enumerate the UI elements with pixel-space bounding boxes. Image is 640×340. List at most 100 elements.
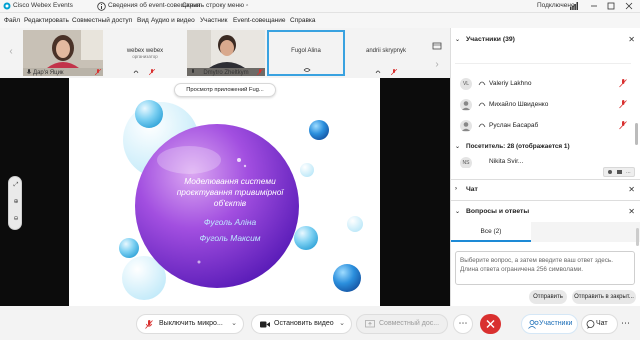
- maximize-icon[interactable]: [606, 1, 616, 11]
- panel-options-button[interactable]: ⋯: [603, 167, 635, 177]
- app-view-tooltip[interactable]: Просмотр приложений Fug...: [174, 83, 276, 97]
- info-icon[interactable]: [97, 2, 106, 11]
- slide-author: Фуголь Аліна: [203, 217, 257, 227]
- close-icon[interactable]: ✕: [628, 185, 635, 194]
- chevron-down-icon[interactable]: ⌄: [339, 315, 345, 333]
- mic-icon: [26, 69, 32, 75]
- headset-icon: [478, 79, 486, 88]
- zoom-fit-icon[interactable]: ⤢: [12, 181, 20, 189]
- slide-title-line: об'єктів: [213, 198, 247, 208]
- muted-mic-icon: [145, 320, 153, 329]
- headset-icon: [133, 69, 139, 75]
- participants-header-title: Участники (39): [466, 36, 515, 43]
- participant-video: [23, 30, 103, 68]
- chevron-up-icon[interactable]: ⌃: [245, 4, 249, 10]
- close-icon: [486, 320, 495, 328]
- participants-toggle-button[interactable]: Участники: [521, 314, 578, 334]
- tile-name: Fugol Alina: [291, 48, 321, 54]
- muted-mic-icon[interactable]: [619, 100, 627, 109]
- chevron-down-icon: ⌄: [455, 144, 461, 150]
- muted-mic-icon: [149, 69, 155, 75]
- send-button[interactable]: Отправить: [529, 290, 567, 304]
- menu-share[interactable]: Совместный доступ: [72, 17, 132, 24]
- chat-toggle-label: Чат: [596, 320, 608, 327]
- close-window-icon[interactable]: [624, 1, 634, 11]
- participant-row[interactable]: VL Valeriy Lakhno: [451, 74, 631, 94]
- close-icon[interactable]: ✕: [628, 35, 635, 44]
- participants-scrollbar[interactable]: [635, 123, 638, 145]
- chevron-down-icon: ⌄: [455, 209, 461, 215]
- strip-layout-button[interactable]: [430, 36, 444, 56]
- muted-mic-icon[interactable]: [619, 121, 627, 130]
- qa-scrollbar[interactable]: [636, 228, 639, 246]
- connection-status: Подключено: [537, 2, 575, 9]
- strip-prev-button[interactable]: ‹: [4, 41, 18, 61]
- video-tile[interactable]: Dmytro Zheltkym: [187, 30, 265, 76]
- participant-name: Valeriy Lakhno: [489, 80, 532, 87]
- chat-toggle-button[interactable]: Чат: [581, 314, 618, 334]
- participant-name: Михайло Швиденко: [489, 101, 549, 108]
- zoom-out-icon[interactable]: ⊖: [12, 215, 20, 223]
- chat-bubble-icon: [586, 320, 595, 329]
- avatar: VL: [460, 78, 472, 90]
- stop-video-button[interactable]: Остановить видео ⌄: [251, 314, 352, 334]
- chevron-down-icon[interactable]: ⌄: [231, 315, 237, 333]
- shared-slide: Моделювання системи проєктування тривимі…: [69, 78, 380, 306]
- leave-meeting-button[interactable]: [480, 314, 501, 334]
- mute-button-label: Выключить микро...: [159, 320, 223, 327]
- title-bar: Cisco Webex Events Сведения об event-сов…: [0, 0, 640, 13]
- attendees-section-header[interactable]: ⌄ Посетитель: 28 (отображается 1): [451, 140, 640, 154]
- participant-row[interactable]: Михайло Швиденко: [451, 95, 631, 115]
- menu-edit[interactable]: Редактировать: [24, 17, 69, 24]
- chevron-right-icon: ›: [435, 58, 439, 70]
- mute-button[interactable]: Выключить микро... ⌄: [136, 314, 244, 334]
- slide-title: Моделювання системи проєктування тривимі…: [155, 176, 305, 209]
- attendee-name: Nikita Svir...: [489, 158, 524, 165]
- video-tile[interactable]: andrii skrypnyk: [347, 30, 425, 76]
- participant-name: Руслан Басараб: [489, 122, 539, 129]
- close-icon[interactable]: ✕: [628, 207, 635, 216]
- chevron-left-icon: ‹: [9, 45, 13, 57]
- menu-bar: Файл Редактировать Совместный доступ Вид…: [0, 13, 640, 28]
- menu-participant[interactable]: Участник: [200, 17, 227, 24]
- minimize-icon[interactable]: [589, 1, 599, 11]
- avatar: NS: [460, 157, 472, 168]
- video-tile[interactable]: Дар'я Яцик: [23, 30, 103, 76]
- headset-icon: [478, 100, 486, 109]
- share-button[interactable]: Совместный дос...: [356, 314, 448, 334]
- muted-mic-icon: [391, 69, 397, 75]
- qa-answer-input[interactable]: Выберите вопрос, а затем введите ваш отв…: [455, 251, 635, 285]
- chat-section-header[interactable]: › Чат ✕: [451, 183, 640, 197]
- participants-section-header[interactable]: ⌄ Участники (39) ✕: [451, 33, 640, 47]
- video-tile[interactable]: webex webex организатор: [105, 30, 185, 76]
- content-stage: Моделювання системи проєктування тривимі…: [0, 78, 450, 306]
- tab-all[interactable]: Все (2): [451, 222, 531, 242]
- menu-view[interactable]: Вид: [137, 17, 149, 24]
- muted-mic-icon: [95, 69, 101, 75]
- participant-row[interactable]: Руслан Басараб: [451, 116, 631, 136]
- more-options-button[interactable]: ⋯: [453, 314, 473, 334]
- headset-icon: [375, 69, 381, 75]
- share-button-label: Совместный дос...: [379, 320, 440, 327]
- strip-next-button[interactable]: ›: [430, 54, 444, 74]
- chat-header-title: Чат: [466, 186, 478, 193]
- hide-menu-button[interactable]: Скрыть строку меню: [182, 2, 244, 9]
- send-private-button[interactable]: Отправить в закрыт...: [572, 290, 636, 304]
- zoom-in-icon[interactable]: ⊕: [12, 198, 20, 206]
- more-panels-button[interactable]: ⋯: [621, 318, 630, 329]
- muted-mic-icon: [257, 69, 263, 75]
- menu-audio-video[interactable]: Аудио и видео: [151, 17, 195, 24]
- video-tile-active[interactable]: Fugol Alina: [267, 30, 345, 76]
- menu-help[interactable]: Справка: [290, 17, 316, 24]
- layout-icon: [432, 41, 442, 51]
- qa-section-header[interactable]: ⌄ Вопросы и ответы ✕: [451, 205, 640, 219]
- muted-mic-icon[interactable]: [619, 79, 627, 88]
- video-strip: ‹ Дар'я Яцик webex webex организатор Dmy…: [0, 28, 450, 78]
- menu-event[interactable]: Event-совещание: [233, 17, 286, 24]
- stop-video-label: Остановить видео: [274, 320, 334, 327]
- avatar: [460, 99, 472, 111]
- avatar: [460, 120, 472, 132]
- slide-author: Фуголь Максим: [199, 233, 261, 243]
- menu-file[interactable]: Файл: [4, 17, 20, 24]
- webex-logo-icon: [3, 2, 11, 10]
